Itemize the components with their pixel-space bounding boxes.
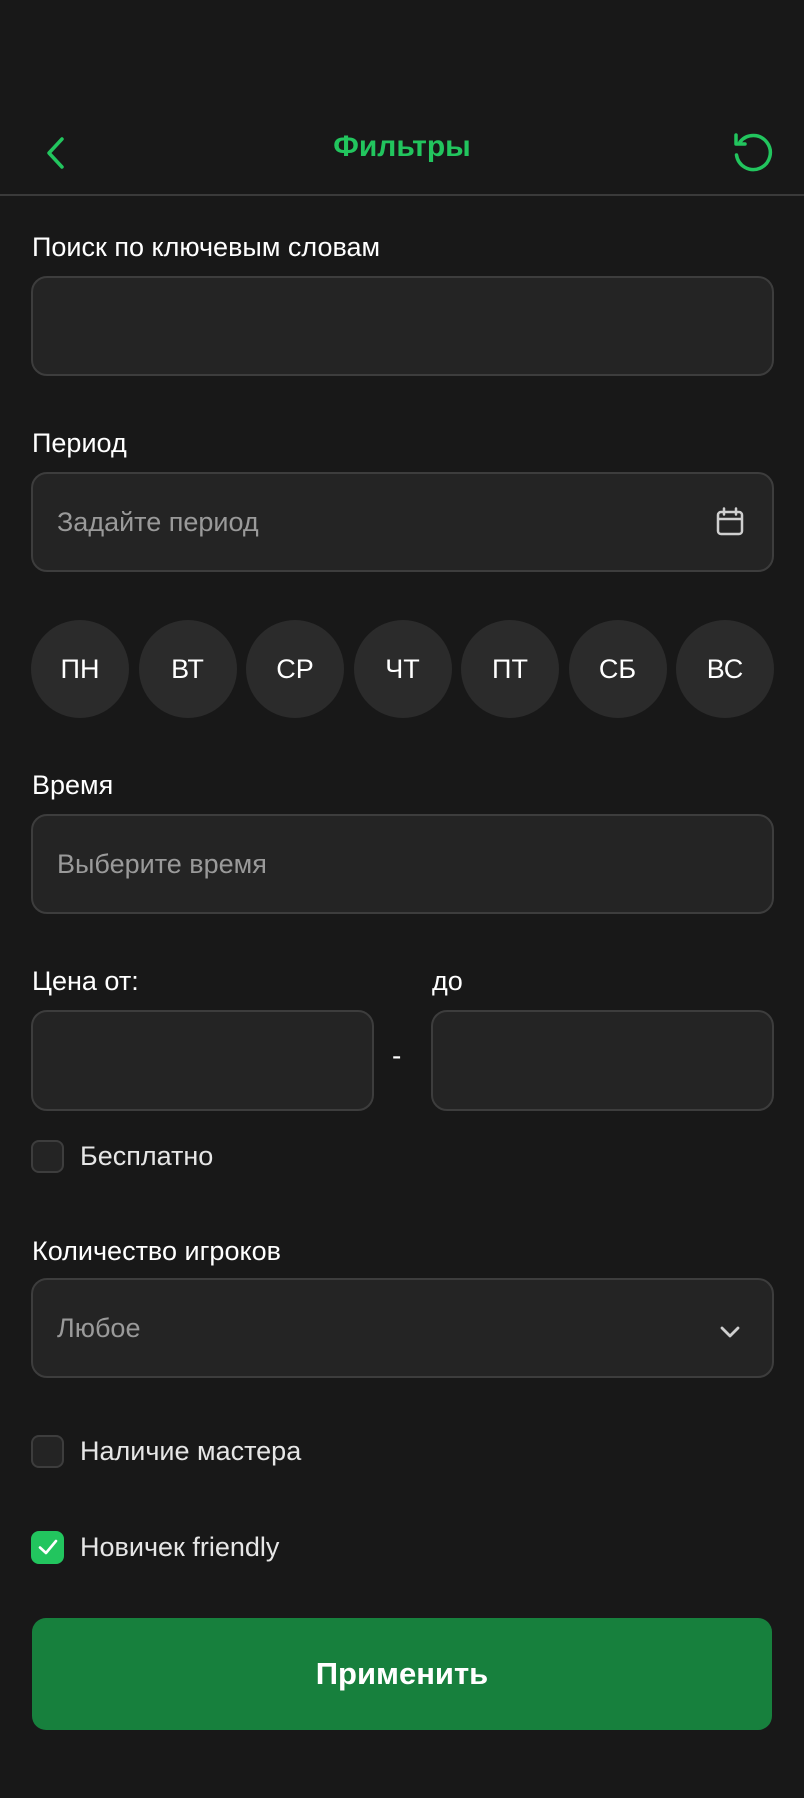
free-checkbox-label: Бесплатно — [80, 1140, 214, 1171]
newbie-checkbox-label: Новичек friendly — [80, 1531, 280, 1562]
price-from-label: Цена от: — [32, 966, 139, 996]
free-checkbox-row[interactable]: Бесплатно — [31, 1138, 213, 1174]
weekday-tue[interactable]: ВТ — [138, 620, 237, 718]
players-label: Количество игроков — [32, 1236, 281, 1266]
time-field[interactable]: Выберите время — [31, 814, 774, 914]
refresh-icon — [734, 133, 773, 172]
master-checkbox-label: Наличие мастера — [80, 1435, 302, 1466]
newbie-checkbox-row[interactable]: Новичек friendly — [31, 1529, 279, 1565]
calendar-icon[interactable] — [714, 506, 746, 538]
newbie-checkbox[interactable] — [31, 1530, 64, 1564]
master-checkbox[interactable] — [31, 1434, 64, 1468]
page-title: Фильтры — [333, 130, 471, 163]
weekday-selector: ПН ВТ СР ЧТ ПТ СБ ВС — [31, 620, 774, 718]
price-to-label: до — [432, 966, 463, 996]
time-label: Время — [32, 770, 114, 800]
weekday-sun[interactable]: ВС — [676, 620, 774, 718]
weekday-mon[interactable]: ПН — [31, 620, 129, 718]
time-placeholder: Выберите время — [57, 849, 267, 879]
weekday-wed[interactable]: СР — [246, 620, 344, 718]
free-checkbox[interactable] — [31, 1139, 64, 1173]
keyword-search-input[interactable] — [31, 276, 774, 376]
keyword-search-label: Поиск по ключевым словам — [32, 232, 381, 262]
top-bar: Фильтры — [0, 110, 804, 196]
period-field[interactable]: Задайте период — [31, 472, 774, 572]
period-placeholder: Задайте период — [57, 507, 259, 537]
reset-button[interactable] — [728, 128, 778, 178]
weekday-sat[interactable]: СБ — [568, 620, 667, 718]
price-to-input[interactable] — [431, 1010, 774, 1111]
checkmark-icon — [38, 1539, 57, 1555]
players-selected-value: Любое — [57, 1313, 141, 1343]
weekday-thu[interactable]: ЧТ — [353, 620, 452, 718]
players-select[interactable]: Любое — [31, 1278, 774, 1378]
weekday-fri[interactable]: ПТ — [461, 620, 559, 718]
chevron-down-icon — [720, 1326, 740, 1338]
price-separator: - — [392, 1040, 402, 1071]
master-checkbox-row[interactable]: Наличие мастера — [31, 1433, 301, 1469]
period-label: Период — [32, 428, 127, 458]
price-from-input[interactable] — [31, 1010, 374, 1111]
apply-button[interactable]: Применить — [32, 1618, 772, 1730]
